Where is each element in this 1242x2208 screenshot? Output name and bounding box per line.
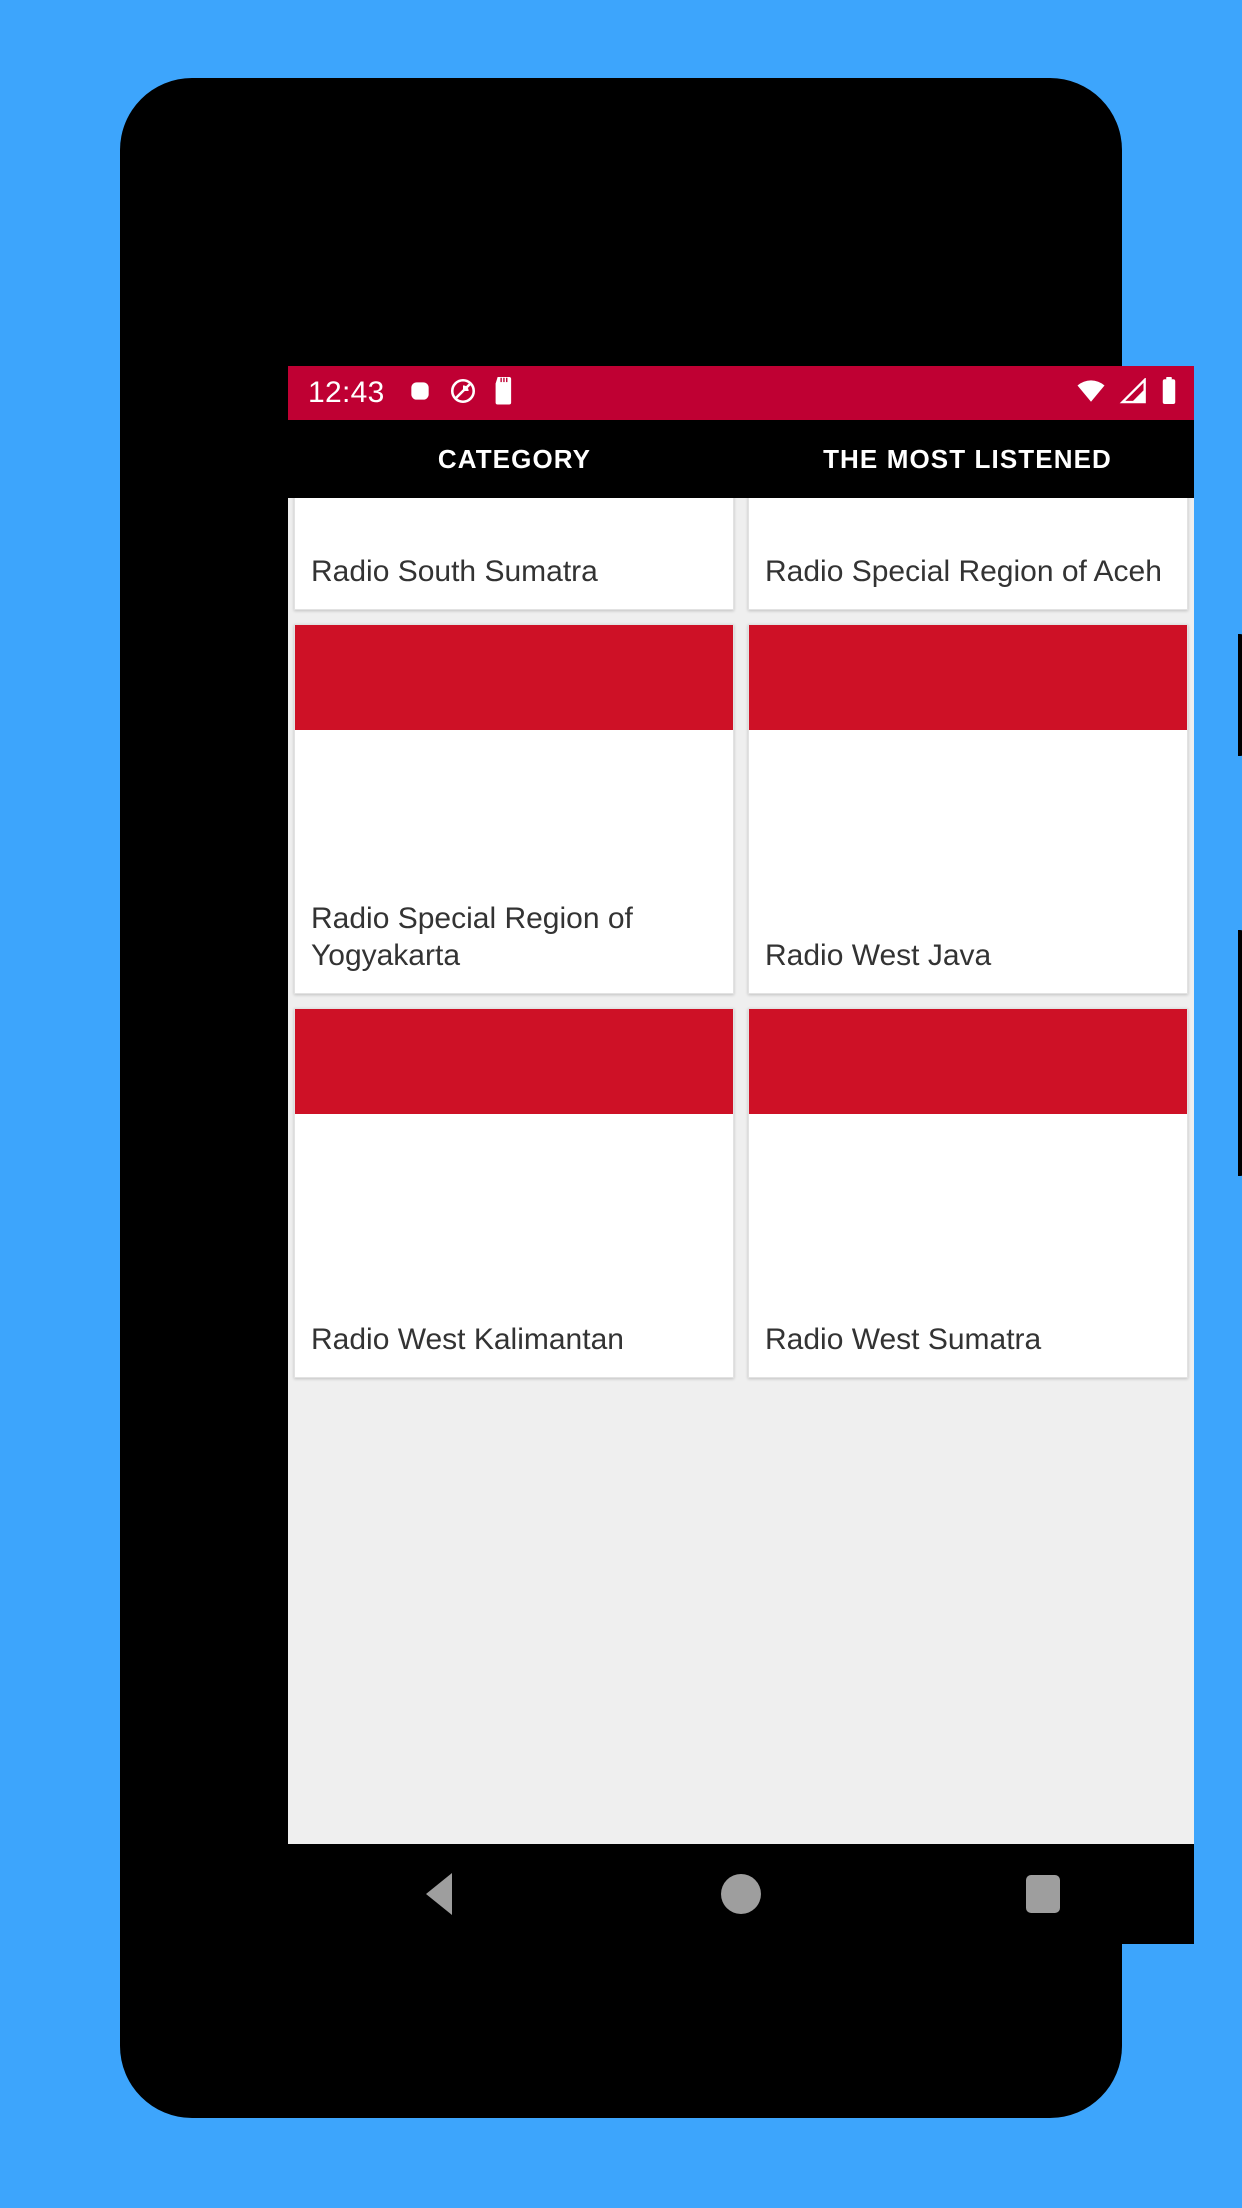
radio-card-body: Radio South Sumatra xyxy=(295,498,733,609)
radio-card-body: Radio Special Region of Aceh xyxy=(749,498,1187,609)
tab-category[interactable]: CATEGORY xyxy=(288,444,741,475)
phone-frame: 12:43 CATEGORY THE MOST LISTENED Radio S… xyxy=(120,78,1242,2118)
power-button[interactable] xyxy=(1238,930,1242,1176)
radio-card-title: Radio West Kalimantan xyxy=(311,1323,624,1357)
radio-card[interactable]: Radio West Kalimantan xyxy=(294,1008,734,1378)
flag-white-stripe xyxy=(295,730,733,835)
status-bar-left-icons xyxy=(407,376,515,410)
do-not-disturb-icon xyxy=(449,377,477,410)
indonesia-flag-image xyxy=(749,1009,1187,1219)
battery-icon xyxy=(1160,376,1178,410)
radio-card-grid: Radio South Sumatra Radio Special Region… xyxy=(288,498,1194,1378)
radio-card-title: Radio West Sumatra xyxy=(765,1323,1042,1357)
back-triangle-icon xyxy=(426,1873,452,1915)
phone-screen: 12:43 CATEGORY THE MOST LISTENED Radio S… xyxy=(288,366,1194,1844)
radio-card-body: Radio West Kalimantan xyxy=(295,1219,733,1377)
volume-button[interactable] xyxy=(1238,634,1242,756)
nav-home-button[interactable] xyxy=(686,1844,796,1944)
wifi-icon xyxy=(1076,378,1106,409)
indonesia-flag-image xyxy=(295,1009,733,1219)
flag-white-stripe xyxy=(749,1114,1187,1219)
radio-card-body: Radio West Sumatra xyxy=(749,1219,1187,1377)
nav-recents-button[interactable] xyxy=(988,1844,1098,1944)
recents-square-icon xyxy=(1026,1875,1060,1913)
radio-card[interactable]: Radio Special Region of Yogyakarta xyxy=(294,624,734,994)
radio-card[interactable]: Radio West Sumatra xyxy=(748,1008,1188,1378)
screen-record-icon xyxy=(407,378,433,409)
android-navigation-bar xyxy=(288,1844,1194,1944)
nav-back-button[interactable] xyxy=(384,1844,494,1944)
radio-card-body: Radio Special Region of Yogyakarta xyxy=(295,835,733,993)
flag-red-stripe xyxy=(749,1009,1187,1114)
tab-the-most-listened[interactable]: THE MOST LISTENED xyxy=(741,444,1194,475)
flag-white-stripe xyxy=(295,1114,733,1219)
flag-red-stripe xyxy=(749,625,1187,730)
flag-red-stripe xyxy=(295,1009,733,1114)
radio-card[interactable]: Radio South Sumatra xyxy=(294,498,734,610)
radio-list-scroll-area[interactable]: Radio South Sumatra Radio Special Region… xyxy=(288,498,1194,1844)
radio-card[interactable]: Radio West Java xyxy=(748,624,1188,994)
radio-card-title: Radio West Java xyxy=(765,939,992,973)
home-circle-icon xyxy=(721,1874,761,1914)
flag-white-stripe xyxy=(749,730,1187,835)
flag-red-stripe xyxy=(295,625,733,730)
radio-card[interactable]: Radio Special Region of Aceh xyxy=(748,498,1188,610)
status-bar-right-icons xyxy=(1076,376,1178,410)
cellular-signal-icon xyxy=(1119,376,1147,409)
radio-card-title: Radio Special Region of Aceh xyxy=(765,555,1162,589)
tab-bar: CATEGORY THE MOST LISTENED xyxy=(288,420,1194,498)
radio-card-title: Radio South Sumatra xyxy=(311,555,598,589)
radio-card-title: Radio Special Region of Yogyakarta xyxy=(311,902,633,973)
radio-card-body: Radio West Java xyxy=(749,835,1187,993)
indonesia-flag-image xyxy=(749,625,1187,835)
status-bar: 12:43 xyxy=(288,366,1194,420)
sd-card-icon xyxy=(493,376,515,410)
status-bar-clock: 12:43 xyxy=(308,376,385,409)
indonesia-flag-image xyxy=(295,625,733,835)
